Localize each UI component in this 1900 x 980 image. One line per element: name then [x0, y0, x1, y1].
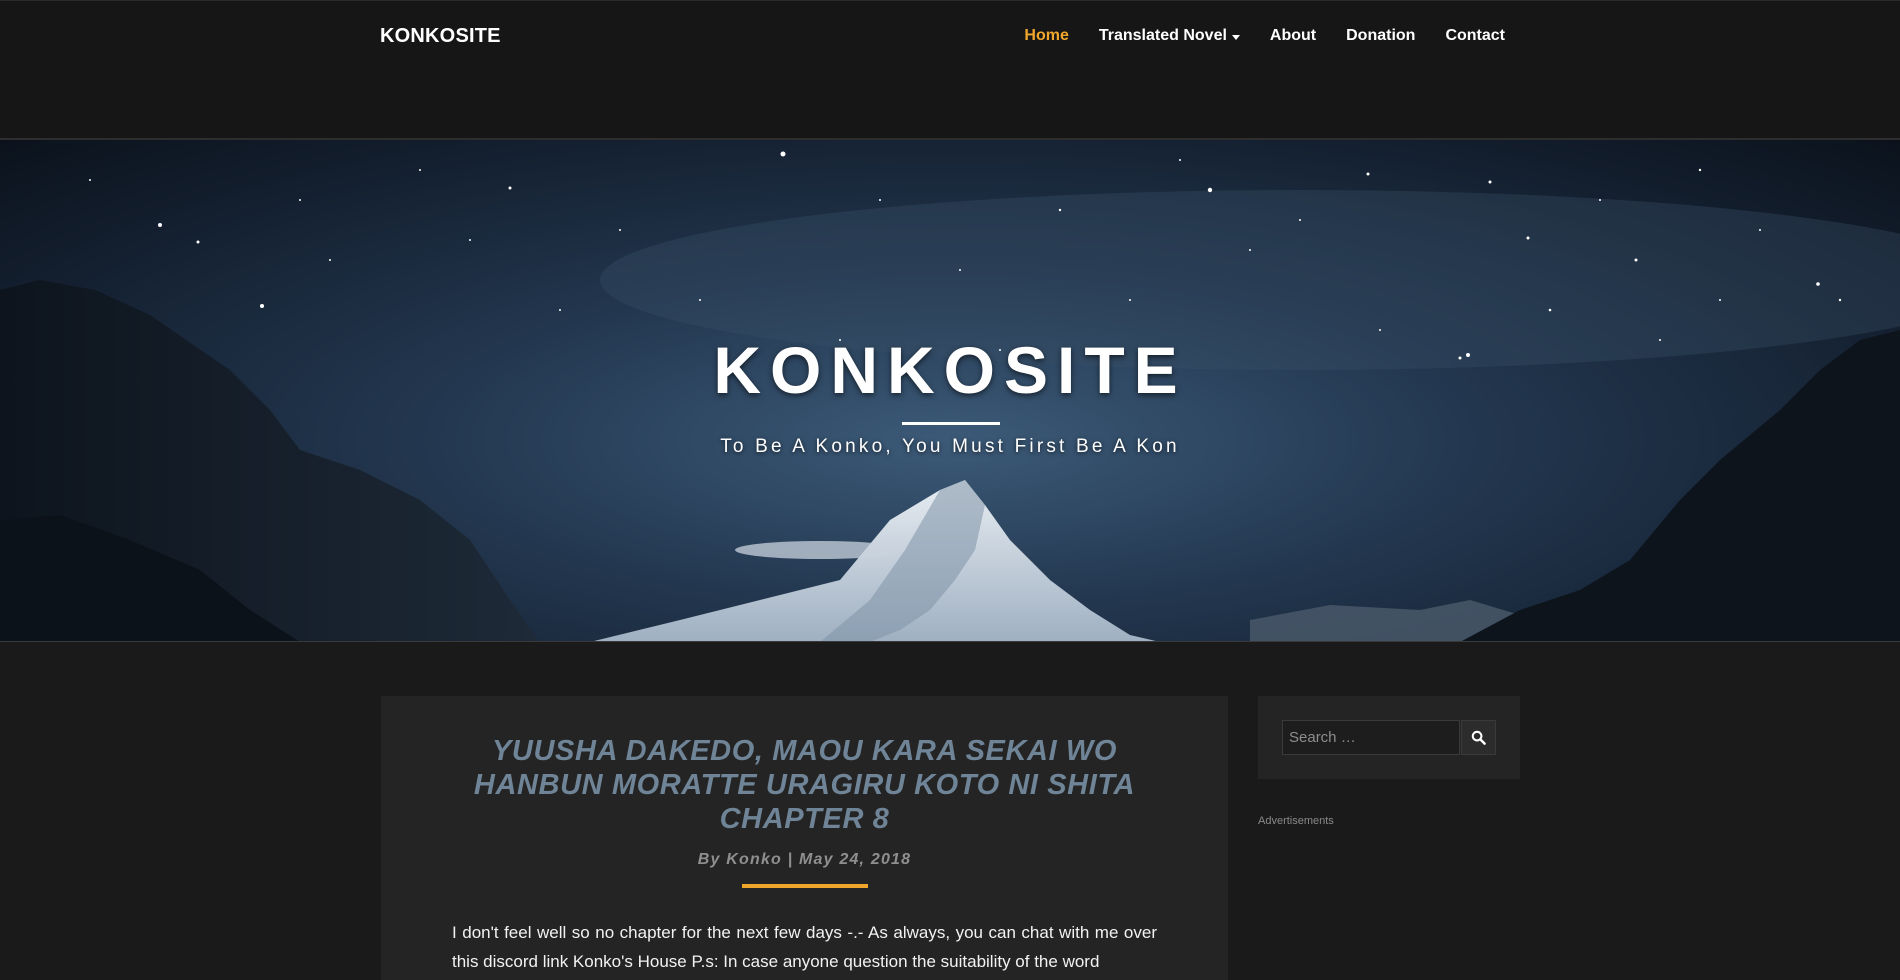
nav-item-label: Home [1024, 27, 1069, 44]
nav-item-home[interactable]: Home [1024, 27, 1068, 45]
search-button[interactable] [1461, 720, 1496, 755]
hero-tagline: To Be A Konko, You Must First Be A Kon [720, 436, 1180, 457]
search-icon [1471, 730, 1486, 745]
nav-item-label: Translated Novel [1098, 27, 1227, 44]
post-meta: By Konko | May 24, 2018 [697, 851, 912, 868]
hero-divider [902, 422, 1000, 425]
top-navbar: KONKOSITE Home Translated Novel About Do… [0, 0, 1900, 140]
post-meta-divider [742, 884, 868, 888]
nav-item-translated-novel[interactable]: Translated Novel [1099, 27, 1240, 45]
main-menu: Home Translated Novel About Donation Con… [1024, 27, 1505, 45]
nav-item-label: Donation [1346, 27, 1416, 44]
nav-item-label: Contact [1445, 27, 1505, 44]
caret-down-icon [1231, 34, 1240, 40]
nav-item-about[interactable]: About [1270, 27, 1316, 45]
nav-item-contact[interactable]: Contact [1445, 27, 1505, 45]
search-widget [1258, 696, 1520, 779]
nav-item-label: About [1269, 27, 1317, 44]
hero-title: KONKOSITE [713, 333, 1187, 407]
advertisements-label: Advertisements [1258, 815, 1334, 827]
post-excerpt: I don't feel well so no chapter for the … [452, 923, 1157, 971]
search-input[interactable] [1282, 720, 1460, 755]
hero-banner: KONKOSITE To Be A Konko, You Must First … [0, 140, 1900, 642]
nav-item-donation[interactable]: Donation [1346, 27, 1415, 45]
post-card: YUUSHA DAKEDO, MAOU KARA SEKAI WO HANBUN… [381, 696, 1228, 980]
site-brand[interactable]: KONKOSITE [380, 25, 501, 48]
post-title-link[interactable]: YUUSHA DAKEDO, MAOU KARA SEKAI WO HANBUN… [431, 734, 1178, 836]
